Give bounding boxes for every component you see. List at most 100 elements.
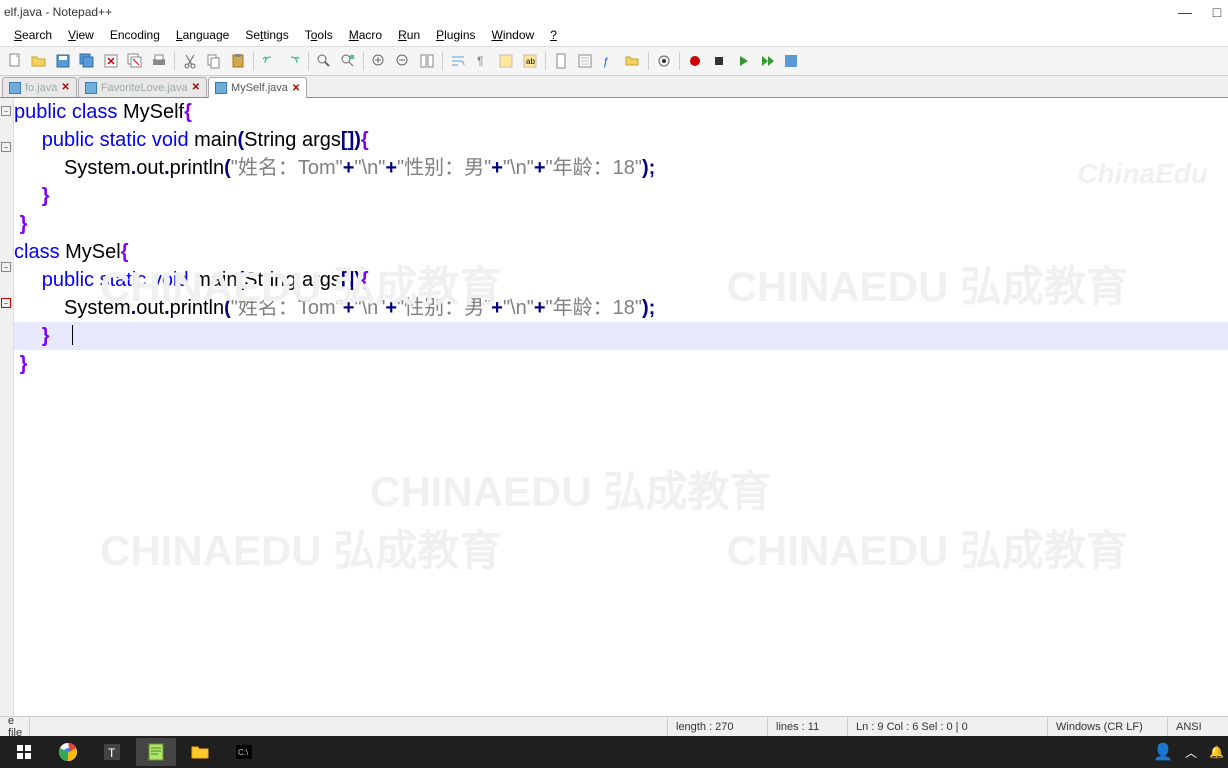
zoom-in-icon[interactable] bbox=[368, 50, 390, 72]
text-cursor bbox=[72, 325, 73, 345]
status-bar: e file length : 270 lines : 11 Ln : 9 Co… bbox=[0, 716, 1228, 736]
menu-tools[interactable]: Tools bbox=[299, 26, 339, 44]
toolbar-separator bbox=[648, 52, 649, 70]
file-icon bbox=[85, 82, 97, 94]
paste-icon[interactable] bbox=[227, 50, 249, 72]
tab-label: MySelf.java bbox=[231, 82, 288, 94]
save-all-icon[interactable] bbox=[76, 50, 98, 72]
toolbar-separator bbox=[253, 52, 254, 70]
menu-run[interactable]: Run bbox=[392, 26, 426, 44]
fold-toggle[interactable]: − bbox=[1, 142, 11, 152]
taskbar-cmd[interactable]: C:\ bbox=[224, 738, 264, 766]
wordwrap-icon[interactable] bbox=[447, 50, 469, 72]
zoom-out-icon[interactable] bbox=[392, 50, 414, 72]
redo-icon[interactable] bbox=[282, 50, 304, 72]
fold-toggle[interactable]: − bbox=[1, 106, 11, 116]
find-icon[interactable] bbox=[313, 50, 335, 72]
code-area[interactable]: public class MySelf{ public static void … bbox=[14, 98, 1228, 718]
tab-close-icon[interactable]: ✕ bbox=[292, 83, 300, 94]
taskbar-tray-chevron[interactable]: ︿ bbox=[1185, 744, 1197, 761]
toolbar-separator bbox=[308, 52, 309, 70]
menu-macro[interactable]: Macro bbox=[343, 26, 388, 44]
tab-fo-java[interactable]: fo.java ✕ bbox=[2, 77, 77, 97]
svg-text:C:\: C:\ bbox=[238, 748, 249, 757]
copy-icon[interactable] bbox=[203, 50, 225, 72]
file-icon bbox=[215, 82, 227, 94]
close-icon[interactable] bbox=[100, 50, 122, 72]
menu-bar: Search View Encoding Language Settings T… bbox=[0, 24, 1228, 46]
toolbar-separator bbox=[679, 52, 680, 70]
folder-tree-icon[interactable] bbox=[622, 50, 644, 72]
svg-text:ab: ab bbox=[526, 57, 535, 66]
toolbar-separator bbox=[442, 52, 443, 70]
print-icon[interactable] bbox=[148, 50, 170, 72]
doc-list-icon[interactable] bbox=[574, 50, 596, 72]
status-encoding: ANSI bbox=[1168, 717, 1228, 736]
menu-encoding[interactable]: Encoding bbox=[104, 26, 166, 44]
toolbar-separator bbox=[363, 52, 364, 70]
svg-text:T: T bbox=[108, 746, 116, 760]
file-icon bbox=[9, 82, 21, 94]
undo-icon[interactable] bbox=[258, 50, 280, 72]
tab-myself-java[interactable]: MySelf.java ✕ bbox=[208, 77, 307, 98]
save-macro-icon[interactable] bbox=[780, 50, 802, 72]
taskbar-notification-icon[interactable]: 🔔 bbox=[1209, 745, 1224, 759]
title-bar: elf.java - Notepad++ — □ bbox=[0, 0, 1228, 24]
fold-toggle[interactable]: − bbox=[1, 298, 11, 308]
taskbar-notepadpp[interactable] bbox=[136, 738, 176, 766]
play-multi-icon[interactable] bbox=[756, 50, 778, 72]
taskbar-people-icon[interactable]: 👤 bbox=[1153, 742, 1173, 762]
window-title: elf.java - Notepad++ bbox=[4, 5, 112, 19]
menu-language[interactable]: Language bbox=[170, 26, 235, 44]
menu-plugins[interactable]: Plugins bbox=[430, 26, 481, 44]
taskbar: T C:\ 👤 ︿ 🔔 bbox=[0, 736, 1228, 768]
svg-text:ƒ: ƒ bbox=[603, 56, 609, 68]
menu-view[interactable]: View bbox=[62, 26, 100, 44]
indent-guide-icon[interactable] bbox=[495, 50, 517, 72]
status-length: length : 270 bbox=[668, 717, 768, 736]
status-lines: lines : 11 bbox=[768, 717, 848, 736]
svg-text:¶: ¶ bbox=[477, 54, 483, 68]
menu-search[interactable]: Search bbox=[8, 26, 58, 44]
tab-favoritelove-java[interactable]: FavoriteLove.java ✕ bbox=[78, 77, 207, 97]
menu-window[interactable]: Window bbox=[486, 26, 541, 44]
fold-toggle[interactable]: − bbox=[1, 262, 11, 272]
cut-icon[interactable] bbox=[179, 50, 201, 72]
replace-icon[interactable] bbox=[337, 50, 359, 72]
maximize-button[interactable]: □ bbox=[1210, 5, 1224, 19]
record-icon[interactable] bbox=[684, 50, 706, 72]
status-file: e file bbox=[0, 717, 30, 736]
taskbar-explorer[interactable] bbox=[180, 738, 220, 766]
status-eol: Windows (CR LF) bbox=[1048, 717, 1168, 736]
tab-close-icon[interactable]: ✕ bbox=[192, 82, 200, 93]
toolbar-separator bbox=[174, 52, 175, 70]
func-list-icon[interactable]: ƒ bbox=[598, 50, 620, 72]
code-editor[interactable]: − − − − public class MySelf{ public stat… bbox=[0, 98, 1228, 718]
open-file-icon[interactable] bbox=[28, 50, 50, 72]
minimize-button[interactable]: — bbox=[1178, 5, 1192, 19]
new-file-icon[interactable] bbox=[4, 50, 26, 72]
doc-map-icon[interactable] bbox=[550, 50, 572, 72]
sync-scroll-icon[interactable] bbox=[416, 50, 438, 72]
tab-bar: fo.java ✕ FavoriteLove.java ✕ MySelf.jav… bbox=[0, 76, 1228, 98]
show-chars-icon[interactable]: ¶ bbox=[471, 50, 493, 72]
tab-label: FavoriteLove.java bbox=[101, 82, 188, 94]
tab-close-icon[interactable]: ✕ bbox=[61, 82, 69, 93]
menu-help[interactable]: ? bbox=[544, 26, 563, 44]
fold-gutter: − − − − bbox=[0, 98, 14, 718]
monitor-icon[interactable] bbox=[653, 50, 675, 72]
close-all-icon[interactable] bbox=[124, 50, 146, 72]
user-lang-icon[interactable]: ab bbox=[519, 50, 541, 72]
save-icon[interactable] bbox=[52, 50, 74, 72]
toolbar-separator bbox=[545, 52, 546, 70]
play-icon[interactable] bbox=[732, 50, 754, 72]
stop-icon[interactable] bbox=[708, 50, 730, 72]
taskbar-text-editor[interactable]: T bbox=[92, 738, 132, 766]
status-position: Ln : 9 Col : 6 Sel : 0 | 0 bbox=[848, 717, 1048, 736]
status-empty bbox=[30, 717, 668, 736]
tab-label: fo.java bbox=[25, 82, 57, 94]
taskbar-chrome[interactable] bbox=[48, 738, 88, 766]
start-button[interactable] bbox=[4, 738, 44, 766]
toolbar: ¶ ab ƒ bbox=[0, 46, 1228, 76]
menu-settings[interactable]: Settings bbox=[239, 26, 294, 44]
